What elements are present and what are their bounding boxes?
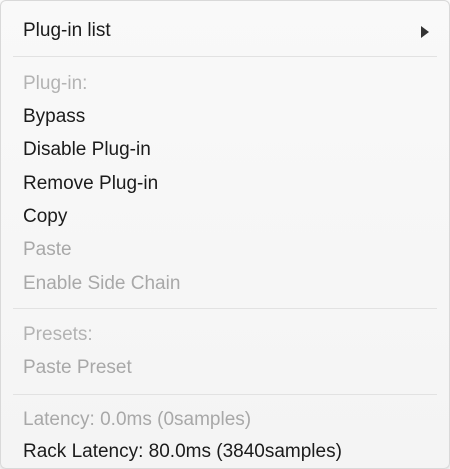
menu-item-enable-side-chain[interactable]: Enable Side Chain (23, 268, 431, 300)
menu-separator (13, 308, 437, 309)
menu-item-bypass[interactable]: Bypass (23, 101, 431, 133)
menu-separator (13, 394, 437, 395)
plugin-section-header: Plug-in: (23, 73, 88, 94)
chevron-right-icon (419, 15, 431, 47)
menu-item-paste[interactable]: Paste (23, 234, 431, 266)
menu-item-copy[interactable]: Copy (23, 201, 431, 233)
menu-item-remove-plugin[interactable]: Remove Plug-in (23, 168, 431, 200)
menu-item-paste-preset[interactable]: Paste Preset (23, 352, 431, 384)
menu-item-plugin-list-label: Plug-in list (23, 20, 111, 41)
plugin-context-menu: Plug-in list Plug-in: Bypass Disable Plu… (0, 0, 450, 469)
menu-item-plugin-list[interactable]: Plug-in list (23, 15, 431, 47)
rack-latency-readout: Rack Latency: 80.0ms (3840samples) (23, 441, 342, 462)
menu-item-disable-plugin[interactable]: Disable Plug-in (23, 134, 431, 166)
latency-readout: Latency: 0.0ms (0samples) (23, 409, 252, 430)
menu-separator (13, 56, 437, 57)
presets-section-header: Presets: (23, 324, 93, 345)
